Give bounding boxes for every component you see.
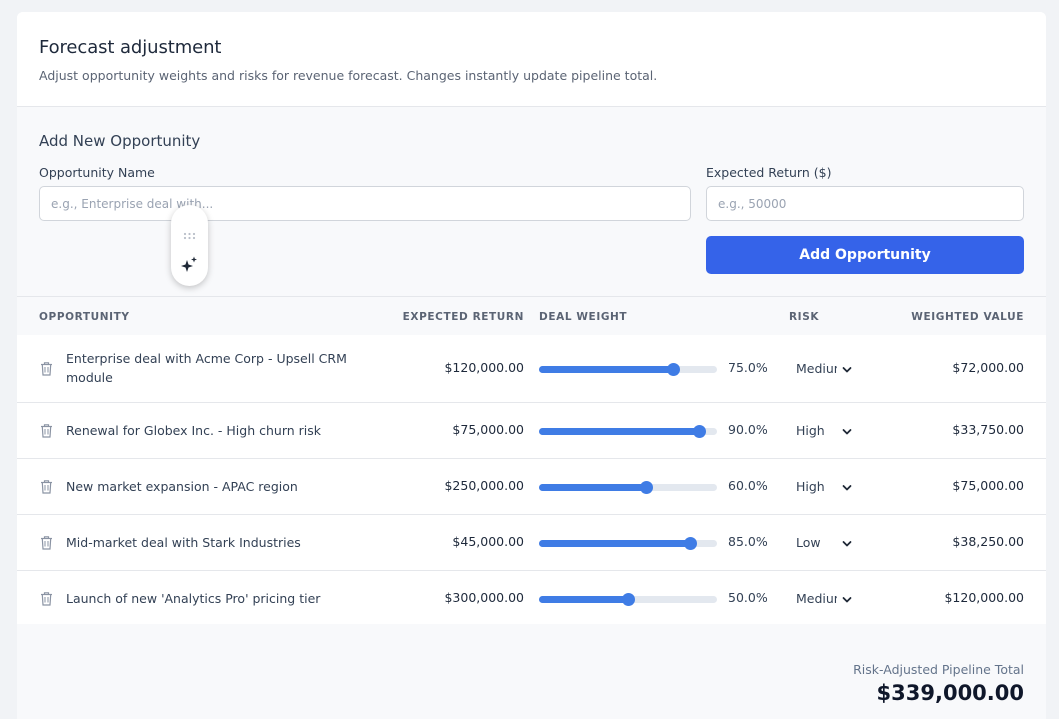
- expected-return-value: $120,000.00: [444, 360, 524, 375]
- slider-fill: [539, 428, 699, 435]
- weighted-value: $33,750.00: [952, 422, 1024, 437]
- column-header-deal-weight: DEAL WEIGHT: [539, 311, 628, 323]
- weighted-value: $72,000.00: [952, 360, 1024, 375]
- risk-value: Medium: [796, 361, 837, 376]
- table-row: New market expansion - APAC region $250,0…: [17, 459, 1046, 515]
- form-section-title: Add New Opportunity: [39, 132, 201, 150]
- chevron-down-icon: [842, 537, 852, 547]
- expected-return-value: $45,000.00: [452, 534, 524, 549]
- slider-fill: [539, 366, 673, 373]
- column-header-opportunity: OPPORTUNITY: [39, 311, 130, 323]
- deal-weight-slider[interactable]: [539, 425, 717, 438]
- opportunity-name-input[interactable]: [39, 186, 691, 221]
- risk-select[interactable]: Medium: [796, 359, 856, 379]
- deal-weight-slider[interactable]: [539, 537, 717, 550]
- risk-select[interactable]: Medium: [796, 589, 856, 609]
- slider-thumb[interactable]: [667, 363, 680, 376]
- deal-weight-slider[interactable]: [539, 481, 717, 494]
- weighted-value: $120,000.00: [944, 590, 1024, 605]
- deal-weight-slider[interactable]: [539, 363, 717, 376]
- opportunity-name: Enterprise deal with Acme Corp - Upsell …: [66, 351, 347, 385]
- opportunity-name: New market expansion - APAC region: [66, 479, 298, 494]
- opportunity-name: Mid-market deal with Stark Industries: [66, 535, 301, 550]
- forecast-card: Forecast adjustment Adjust opportunity w…: [17, 12, 1046, 719]
- table-row: Launch of new 'Analytics Pro' pricing ti…: [17, 571, 1046, 627]
- deal-weight-value: 60.0%: [728, 478, 768, 493]
- opportunity-name-label: Opportunity Name: [39, 165, 155, 180]
- delete-icon[interactable]: [40, 423, 53, 438]
- weighted-value: $75,000.00: [952, 478, 1024, 493]
- delete-icon[interactable]: [40, 535, 53, 550]
- slider-fill: [539, 540, 690, 547]
- delete-icon[interactable]: [40, 591, 53, 606]
- opportunity-name: Launch of new 'Analytics Pro' pricing ti…: [66, 591, 321, 606]
- table-row: Mid-market deal with Stark Industries $45…: [17, 515, 1046, 571]
- chevron-down-icon: [842, 363, 852, 373]
- chevron-down-icon: [842, 593, 852, 603]
- expected-return-value: $250,000.00: [444, 478, 524, 493]
- table-row: Enterprise deal with Acme Corp - Upsell …: [17, 335, 1046, 403]
- risk-select[interactable]: Low: [796, 533, 856, 553]
- deal-weight-value: 85.0%: [728, 534, 768, 549]
- pipeline-total-value: $339,000.00: [876, 681, 1024, 705]
- risk-value: High: [796, 423, 825, 438]
- card-header: Forecast adjustment Adjust opportunity w…: [17, 12, 1046, 107]
- slider-thumb[interactable]: [622, 593, 635, 606]
- chevron-down-icon: [842, 481, 852, 491]
- column-header-expected-return: EXPECTED RETURN: [402, 311, 524, 323]
- delete-icon[interactable]: [40, 361, 53, 376]
- slider-thumb[interactable]: [640, 481, 653, 494]
- column-header-weighted-value: WEIGHTED VALUE: [911, 311, 1024, 323]
- risk-select[interactable]: High: [796, 477, 856, 497]
- risk-value: High: [796, 479, 825, 494]
- weighted-value: $38,250.00: [952, 534, 1024, 549]
- add-opportunity-button[interactable]: Add Opportunity: [706, 236, 1024, 274]
- slider-fill: [539, 596, 628, 603]
- deal-weight-value: 90.0%: [728, 422, 768, 437]
- floating-toolbar: [171, 205, 208, 286]
- deal-weight-value: 50.0%: [728, 590, 768, 605]
- deal-weight-value: 75.0%: [728, 360, 768, 375]
- opportunity-table-body: Enterprise deal with Acme Corp - Upsell …: [17, 335, 1046, 627]
- column-header-risk: RISK: [789, 311, 820, 323]
- delete-icon[interactable]: [40, 479, 53, 494]
- opportunity-name: Renewal for Globex Inc. - High churn ris…: [66, 423, 322, 438]
- page-title: Forecast adjustment: [39, 37, 222, 58]
- risk-value: Medium: [796, 591, 837, 606]
- sparkle-icon[interactable]: [181, 256, 198, 273]
- slider-fill: [539, 484, 646, 491]
- expected-return-value: $75,000.00: [452, 422, 524, 437]
- expected-return-input[interactable]: [706, 186, 1024, 221]
- table-row: Renewal for Globex Inc. - High churn ris…: [17, 403, 1046, 459]
- deal-weight-slider[interactable]: [539, 593, 717, 606]
- drag-handle-icon[interactable]: [183, 225, 196, 240]
- risk-select[interactable]: High: [796, 421, 856, 441]
- chevron-down-icon: [842, 425, 852, 435]
- pipeline-total-label: Risk-Adjusted Pipeline Total: [853, 662, 1024, 677]
- risk-value: Low: [796, 535, 821, 550]
- slider-thumb[interactable]: [684, 537, 697, 550]
- table-header: OPPORTUNITY EXPECTED RETURN DEAL WEIGHT …: [17, 297, 1046, 335]
- expected-return-label: Expected Return ($): [706, 165, 832, 180]
- page-subtitle: Adjust opportunity weights and risks for…: [39, 68, 658, 83]
- pipeline-total-footer: Risk-Adjusted Pipeline Total $339,000.00: [17, 624, 1046, 719]
- slider-thumb[interactable]: [693, 425, 706, 438]
- expected-return-value: $300,000.00: [444, 590, 524, 605]
